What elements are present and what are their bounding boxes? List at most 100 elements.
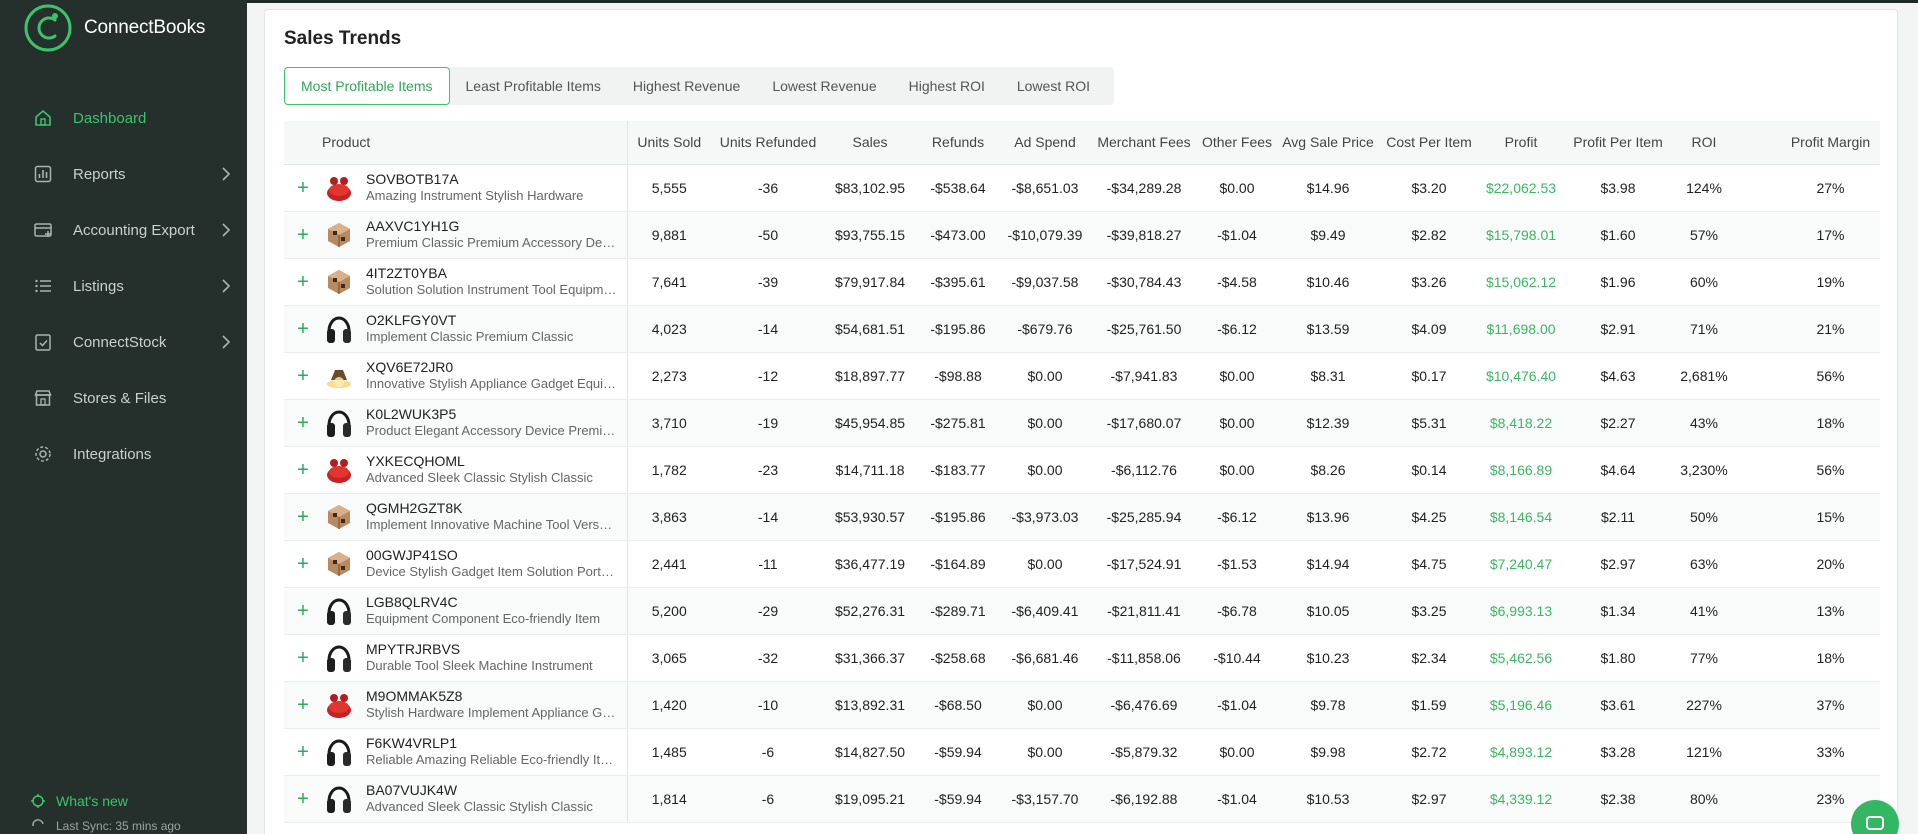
expand-row-icon[interactable]: + xyxy=(284,789,322,809)
product-cell: + K0L2WUK3P5 Product Elegant Accessory Dev… xyxy=(284,399,628,447)
table-row[interactable]: +4IT2ZT0YBA Solution Solution Instrument … xyxy=(284,258,1880,306)
sidebar-item-accounting-export[interactable]: Accounting Export xyxy=(0,202,247,258)
column-header[interactable]: Profit Margin xyxy=(1737,121,1880,165)
product-sku[interactable]: AAXVC1YH1G xyxy=(366,218,618,235)
product-sku[interactable]: 00GWJP41SO xyxy=(366,547,618,564)
table-row[interactable]: + YXKECQHOML Advanced Sleek Classic Stylis… xyxy=(284,446,1880,494)
tab-most-profitable-items[interactable]: Most Profitable Items xyxy=(284,67,450,105)
column-header[interactable]: Profit xyxy=(1477,121,1565,165)
expand-row-icon[interactable]: + xyxy=(284,742,322,762)
product-sku[interactable]: M9OMMAK5Z8 xyxy=(366,688,618,705)
tab-lowest-revenue[interactable]: Lowest Revenue xyxy=(756,67,892,105)
table-cell: $52,276.31 xyxy=(825,587,915,635)
table-cell: 71% xyxy=(1671,305,1737,353)
store-icon xyxy=(32,387,54,409)
expand-row-icon[interactable]: + xyxy=(284,272,322,292)
table-cell: 63% xyxy=(1671,540,1737,588)
product-thumbnail xyxy=(322,498,356,536)
table-cell: $0.00 xyxy=(1001,728,1089,776)
brand[interactable]: ConnectBooks xyxy=(22,2,205,54)
table-cell: 5,555 xyxy=(627,164,711,212)
table-row[interactable]: +00GWJP41SO Device Stylish Gadget Item So… xyxy=(284,540,1880,588)
expand-row-icon[interactable]: + xyxy=(284,554,322,574)
expand-row-icon[interactable]: + xyxy=(284,695,322,715)
product-name: Innovative Stylish Appliance Gadget Equi… xyxy=(366,376,618,391)
table-row[interactable]: + SOVBOTB17A Amazing Instrument Stylish Ha… xyxy=(284,164,1880,212)
product-cell: + F6KW4VRLP1 Reliable Amazing Reliable Eco… xyxy=(284,728,628,776)
column-header[interactable]: Merchant Fees xyxy=(1089,121,1199,165)
column-header[interactable]: Sales xyxy=(825,121,915,165)
column-header[interactable]: Refunds xyxy=(915,121,1001,165)
product-sku[interactable]: BA07VUJK4W xyxy=(366,782,618,799)
sidebar-item-listings[interactable]: Listings xyxy=(0,258,247,314)
product-sku[interactable]: F6KW4VRLP1 xyxy=(366,735,618,752)
product-thumbnail xyxy=(322,310,356,348)
last-sync: Last Sync: 35 mins ago xyxy=(0,814,247,834)
product-sku[interactable]: K0L2WUK3P5 xyxy=(366,406,618,423)
table-row[interactable]: + AAXVC1YH1G Premium Classic Premium Acces… xyxy=(284,211,1880,259)
table-row[interactable]: + K0L2WUK3P5 Product Elegant Accessory Dev… xyxy=(284,399,1880,447)
sales-trends-table: Product Units Sold Units Refunded Sales Refu… xyxy=(284,121,1880,823)
column-header[interactable]: Cost Per Item xyxy=(1381,121,1477,165)
product-sku[interactable]: MPYTRJRBVS xyxy=(366,641,618,658)
expand-row-icon[interactable]: + xyxy=(284,648,322,668)
product-sku[interactable]: SOVBOTB17A xyxy=(366,171,618,188)
tab-lowest-roi[interactable]: Lowest ROI xyxy=(1001,67,1106,105)
expand-row-icon[interactable]: + xyxy=(284,366,322,386)
table-row[interactable]: + XQV6E72JR0 Innovative Stylish Appliance … xyxy=(284,352,1880,400)
table-cell: $0.00 xyxy=(1001,540,1089,588)
table-row[interactable]: + F6KW4VRLP1 Reliable Amazing Reliable Eco… xyxy=(284,728,1880,776)
table-cell: -$289.71 xyxy=(915,587,1001,635)
table-cell: $13.59 xyxy=(1275,305,1381,353)
column-header[interactable]: Product xyxy=(284,121,628,165)
product-sku[interactable]: QGMH2GZT8K xyxy=(366,500,618,517)
table-row[interactable]: + LGB8QLRV4C Equipment Component Eco-frien… xyxy=(284,587,1880,635)
product-text: BA07VUJK4W Advanced Sleek Classic Stylish… xyxy=(366,782,618,815)
product-sku[interactable]: LGB8QLRV4C xyxy=(366,594,618,611)
product-sku[interactable]: 4IT2ZT0YBA xyxy=(366,265,618,282)
table-cell: $9.78 xyxy=(1275,681,1381,729)
sidebar-item-reports[interactable]: Reports xyxy=(0,146,247,202)
gear-icon xyxy=(32,443,54,465)
table-cell: $2.97 xyxy=(1381,775,1477,823)
sidebar-item-connectstock[interactable]: ConnectStock xyxy=(0,314,247,370)
expand-row-icon[interactable]: + xyxy=(284,225,322,245)
sidebar-item-stores-files[interactable]: Stores & Files xyxy=(0,370,247,426)
product-sku[interactable]: YXKECQHOML xyxy=(366,453,618,470)
sidebar-item-dashboard[interactable]: Dashboard xyxy=(0,90,247,146)
table-row[interactable]: + MPYTRJRBVS Durable Tool Sleek Machine In… xyxy=(284,634,1880,682)
tab-highest-revenue[interactable]: Highest Revenue xyxy=(617,67,756,105)
expand-row-icon[interactable]: + xyxy=(284,507,322,527)
table-scroll-area[interactable]: Product Units Sold Units Refunded Sales Refu… xyxy=(284,121,1880,834)
expand-row-icon[interactable]: + xyxy=(284,413,322,433)
table-row[interactable]: + M9OMMAK5Z8 Stylish Hardware Implement Ap… xyxy=(284,681,1880,729)
product-sku[interactable]: XQV6E72JR0 xyxy=(366,359,618,376)
expand-row-icon[interactable]: + xyxy=(284,601,322,621)
product-sku[interactable]: O2KLFGY0VT xyxy=(366,312,618,329)
expand-row-icon[interactable]: + xyxy=(284,460,322,480)
table-row[interactable]: + O2KLFGY0VT Implement Classic Premium Cla… xyxy=(284,305,1880,353)
table-cell: -50 xyxy=(711,211,825,259)
sidebar-item-label: Reports xyxy=(73,165,126,183)
sidebar-nav: Dashboard Reports Accounting Export List… xyxy=(0,90,247,482)
expand-row-icon[interactable]: + xyxy=(284,319,322,339)
table-row[interactable]: + QGMH2GZT8K Implement Innovative Machine … xyxy=(284,493,1880,541)
sidebar-item-integrations[interactable]: Integrations xyxy=(0,426,247,482)
column-header[interactable]: Units Sold xyxy=(627,121,711,165)
column-header[interactable]: Other Fees xyxy=(1199,121,1275,165)
expand-row-icon[interactable]: + xyxy=(284,178,322,198)
column-header[interactable]: Avg Sale Price xyxy=(1275,121,1381,165)
column-header[interactable]: Units Refunded xyxy=(711,121,825,165)
whats-new-link[interactable]: What's new xyxy=(0,788,247,814)
tab-highest-roi[interactable]: Highest ROI xyxy=(893,67,1001,105)
product-name: Advanced Sleek Classic Stylish Classic xyxy=(366,470,593,485)
column-header[interactable]: Ad Spend xyxy=(1001,121,1089,165)
product-info: + M9OMMAK5Z8 Stylish Hardware Implement Ap… xyxy=(284,682,627,728)
product-cell: +4IT2ZT0YBA Solution Solution Instrument … xyxy=(284,258,628,306)
table-cell: -10 xyxy=(711,681,825,729)
table-row[interactable]: + BA07VUJK4W Advanced Sleek Classic Stylis… xyxy=(284,775,1880,823)
column-header[interactable]: Profit Per Item xyxy=(1565,121,1671,165)
tab-least-profitable-items[interactable]: Least Profitable Items xyxy=(450,67,617,105)
column-header[interactable]: ROI xyxy=(1671,121,1737,165)
product-text: XQV6E72JR0 Innovative Stylish Appliance G… xyxy=(366,359,618,392)
